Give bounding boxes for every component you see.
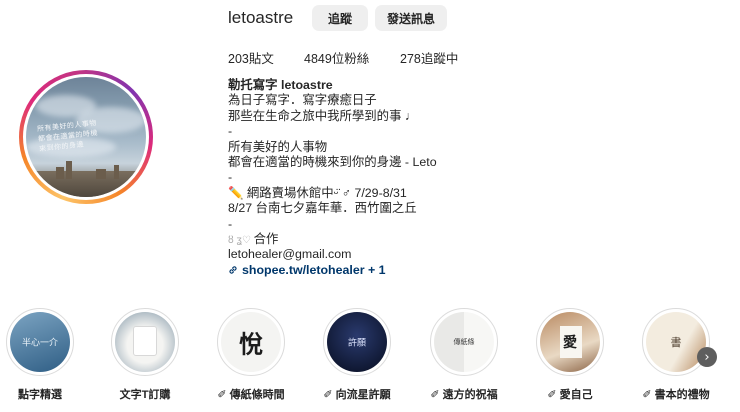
profile-avatar-ring[interactable]: 所有美好的人事物 都會在適當的時機 來到你的身邊 [19,70,153,204]
highlight-label: 點字精選 [18,389,62,401]
highlight-label: 文字T訂購 [119,389,171,401]
follow-button[interactable]: 追蹤 [312,5,368,31]
avatar-calligraphy: 所有美好的人事物 都會在適當的時機 來到你的身邊 [36,118,99,154]
bio-line: - [228,124,233,139]
chevron-right-icon[interactable]: › [697,347,717,367]
avatar-building [114,165,119,179]
bio-collab: 合作 [253,231,279,246]
highlight-cover-text: 悅 [239,329,263,359]
highlight-ring: 半心一介 [6,308,74,376]
avatar-town [26,171,146,197]
highlight-ring: 許願 [323,308,391,376]
highlight-cover: 愛 [540,312,600,372]
highlight-ring: 傳紙條 [430,308,498,376]
avatar-building [96,169,106,179]
tshirt-icon [133,326,157,356]
profile-bio: 勒托寫字 letoastre 為日子寫字．寫字療癒日子 那些在生命之旅中我所學到… [228,78,437,278]
profile-avatar-frame: 所有美好的人事物 都會在適當的時機 來到你的身邊 [23,74,149,200]
bio-email: letohealer@gmail.com [228,247,352,262]
bio-line-collab: ȣ ʓ♡ 合作 [228,232,437,247]
link-icon [229,266,237,275]
highlight-cover-text: 書 [670,336,682,349]
highlight-label: ✐ 愛自己 [547,389,593,401]
avatar-building [56,167,64,179]
bio-line: - [228,170,233,185]
following-count[interactable]: 278追蹤中 [400,48,458,67]
highlight-ring: 悅 [217,308,285,376]
bio-name: 勒托寫字 letoastre [228,78,333,92]
bio-line: - [228,216,233,231]
highlight-cover: 半心一介 [10,312,70,372]
highlight-cover: 傳紙條 [434,312,494,372]
highlight-ring: 愛 [536,308,604,376]
bio-line: 為日子寫字．寫字療癒日子 [228,93,377,108]
send-message-button[interactable]: 發送訊息 [375,5,447,31]
bio-link-text[interactable]: shopee.tw/letohealer + 1 [242,263,386,278]
collab-symbols-icon: ȣ ʓ♡ [228,234,254,246]
highlight-cover-text: 愛 [563,335,577,351]
highlight-ring [111,308,179,376]
bio-line: 所有美好的人事物 [228,139,328,154]
highlight-cover-text: 許願 [347,338,366,349]
avatar-building [66,161,72,179]
highlight-label: ✐ 書本的禮物 [642,389,710,401]
followers-count[interactable]: 4849位粉絲 [304,48,369,67]
highlight-ring: 書 [642,308,710,376]
highlight-cover-text: 傳紙條 [453,338,475,346]
profile-avatar[interactable]: 所有美好的人事物 都會在適當的時機 來到你的身邊 [26,77,146,197]
highlight-cover-text: 半心一介 [21,338,58,349]
bio-line: 那些在生命之旅中我所學到的事 ♩ [228,108,418,123]
bio-line: 8/27 台南七夕嘉年華．西竹圍之丘 [228,201,417,216]
highlight-cover: 書 [646,312,706,372]
highlight-label: ✐ 遠方的祝福 [430,389,498,401]
profile-username: letoastre [228,8,294,27]
posts-count: 203貼文 [228,52,274,66]
highlight-cover: 悅 [221,312,281,372]
highlight-cover: 許願 [327,312,387,372]
highlight-label: ✐ 傳紙條時間 [217,389,285,401]
story-highlights: 半心一介 點字精選 文字T訂購 悅 ✐ 傳紙條時間 許願 ✐ 向流星許願 傳紙條… [0,308,740,412]
highlight-cover [115,312,175,372]
bio-link[interactable]: shopee.tw/letohealer + 1 [228,263,437,278]
bio-line: 都會在適當的時機來到你的身邊 - Leto [228,154,437,169]
highlight-label: ✐ 向流星許願 [323,389,391,401]
bio-line: ✏️ 網路賣場休館中ᵕ̈ ♂ 7/29-8/31 [228,185,407,200]
